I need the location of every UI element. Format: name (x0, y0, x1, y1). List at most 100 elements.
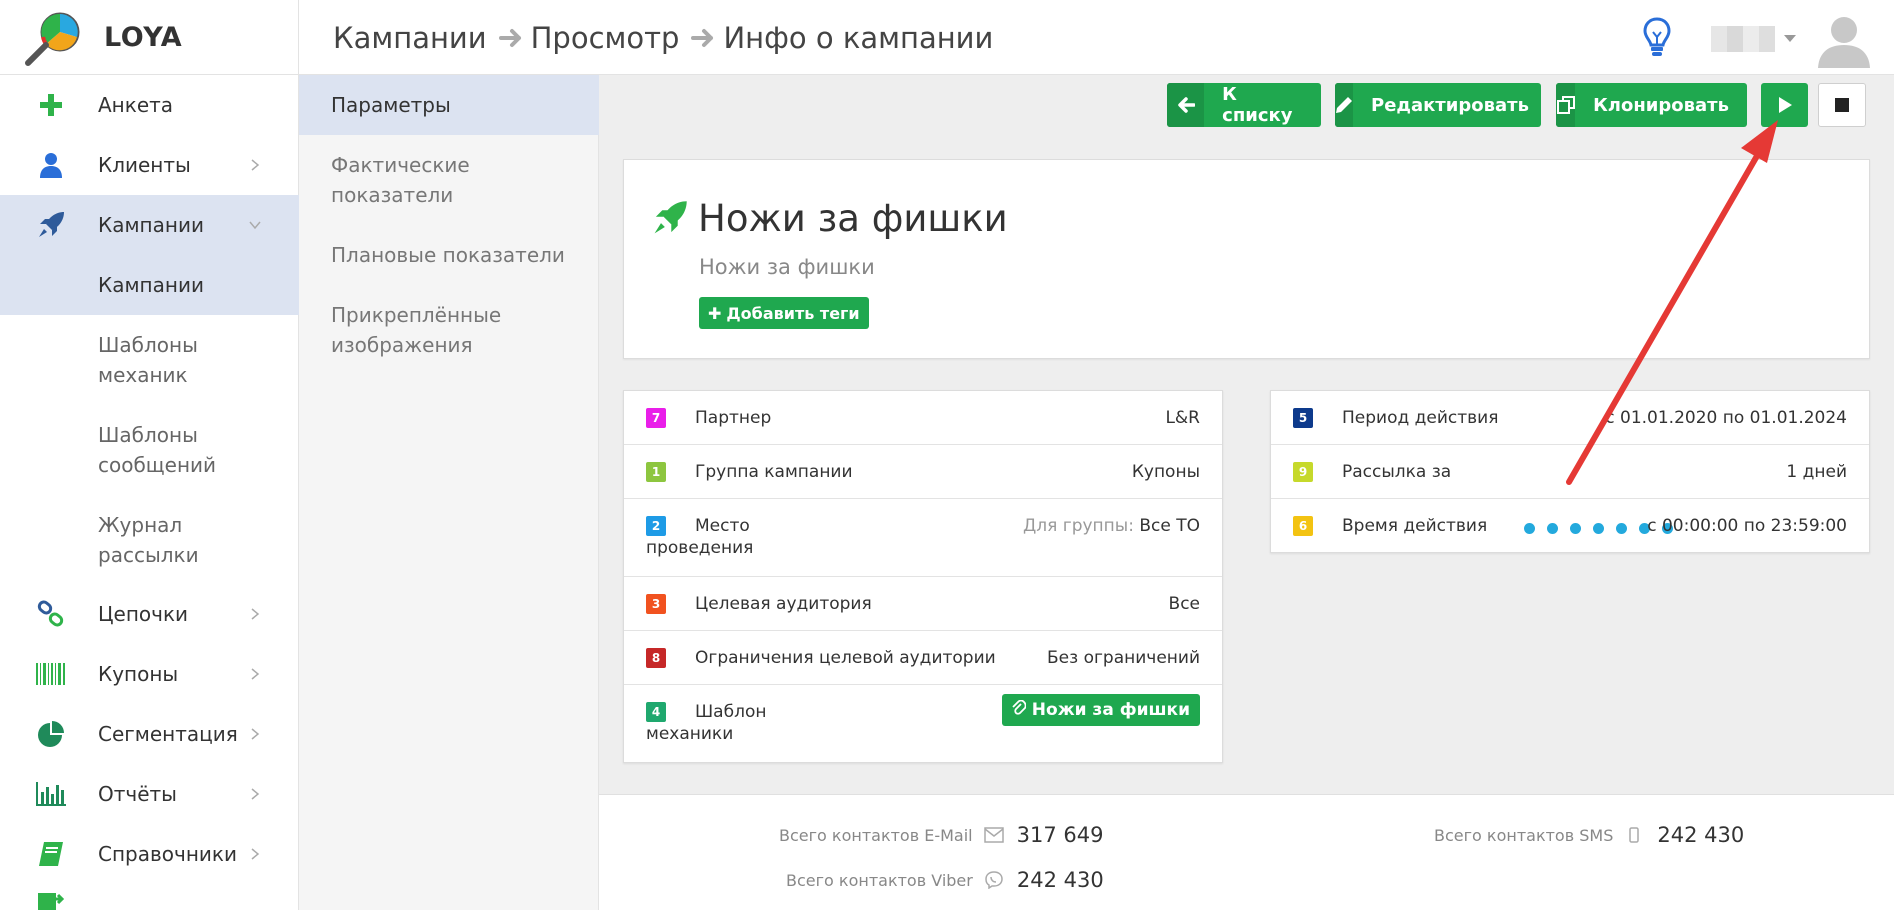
play-icon (1778, 97, 1792, 113)
sidebar-item-partial[interactable] (0, 884, 299, 910)
param-row-group: 1 Группа кампании Купоны (624, 445, 1222, 499)
main-content: К списку Редактировать Клонировать Ножи … (599, 75, 1894, 910)
stop-campaign-button[interactable] (1818, 83, 1866, 127)
schedule-row-period: 5 Период действия с 01.01.2020 по 01.01.… (1271, 391, 1869, 445)
sidebar: Анкета Клиенты Кампании Кампании Шаблоны… (0, 75, 299, 910)
schedule-value: 1 дней (1786, 462, 1847, 482)
sidebar-subitem-mailing-log[interactable]: Журнал рассылки (0, 510, 299, 570)
param-label: Ограничения целевой аудитории (695, 648, 996, 668)
number-badge: 1 (646, 462, 666, 482)
number-badge: 8 (646, 648, 666, 668)
sidebar-item-chains[interactable]: Цепочки (0, 584, 299, 644)
back-to-list-button[interactable]: К списку (1167, 83, 1321, 127)
breadcrumb-item[interactable]: Просмотр (531, 21, 680, 55)
add-tags-button[interactable]: ✚ Добавить теги (699, 297, 869, 329)
stat-label: Всего контактов Viber (786, 870, 973, 890)
param-label: Целевая аудитория (695, 594, 872, 614)
copy-icon (1556, 83, 1576, 127)
subnav-label: Фактические показатели (331, 153, 470, 207)
sidebar-item-reports[interactable]: Отчёты (0, 764, 299, 824)
breadcrumb-current: Инфо о кампании (723, 20, 994, 55)
sidebar-subitem-message-templates[interactable]: Шаблоны сообщений (0, 420, 299, 480)
breadcrumb-item[interactable]: Кампании (333, 21, 487, 55)
param-row-audience-limits: 8 Ограничения целевой аудитории Без огра… (624, 631, 1222, 685)
chevron-right-icon (251, 788, 260, 800)
stat-label: Всего контактов SMS (1434, 825, 1614, 845)
param-row-audience: 3 Целевая аудитория Все (624, 577, 1222, 631)
barcode-icon (36, 659, 66, 689)
param-value: L&R (1165, 408, 1200, 428)
sidebar-item-label: Цепочки (98, 602, 189, 626)
campaign-header-card: Ножи за фишки Ножи за фишки ✚ Добавить т… (623, 159, 1870, 359)
campaign-params-card: 7 Партнер L&R 1 Группа кампании Купоны 2… (623, 390, 1223, 763)
edit-button[interactable]: Редактировать (1335, 83, 1541, 127)
sidebar-item-label: Справочники (98, 842, 237, 866)
subnav-label: Параметры (331, 93, 451, 117)
param-value: Все (1168, 594, 1200, 614)
clone-button[interactable]: Клонировать (1556, 83, 1747, 127)
paperclip-icon (1012, 699, 1027, 721)
pie-chart-icon (36, 719, 66, 749)
schedule-row-time: 6 Время действия с 00:00:00 по 23:59:00 (1271, 499, 1869, 553)
plus-icon (36, 90, 66, 120)
chevron-right-icon (251, 159, 260, 171)
sidebar-item-anketa[interactable]: Анкета (0, 75, 299, 135)
lightbulb-icon[interactable] (1643, 16, 1671, 58)
book-icon (36, 839, 66, 869)
weekday-dot (1593, 523, 1604, 534)
sidebar-item-clients[interactable]: Клиенты (0, 135, 299, 195)
param-value: Все ТО (1139, 516, 1200, 536)
subnav-parameters[interactable]: Параметры (299, 75, 599, 135)
stat-viber: Всего контактов Viber 242 430 (786, 868, 1104, 892)
sidebar-subitem-label: Журнал рассылки (98, 513, 199, 567)
campaign-subtitle: Ножи за фишки (699, 255, 875, 279)
sidebar-item-label: Отчёты (98, 782, 177, 806)
sidebar-item-segmentation[interactable]: Сегментация (0, 704, 299, 764)
arrow-right-icon (691, 28, 714, 47)
user-name-blurred[interactable] (1711, 26, 1775, 52)
schedule-label: Время действия (1342, 516, 1488, 536)
param-label: Партнер (695, 408, 772, 428)
subnav-planned-metrics[interactable]: Плановые показатели (299, 225, 599, 285)
param-value: Без ограничений (1047, 648, 1200, 668)
subnav-actual-metrics[interactable]: Фактические показатели (299, 150, 599, 210)
weekday-dot (1547, 523, 1558, 534)
number-badge: 7 (646, 408, 666, 428)
button-label: Добавить теги (726, 303, 860, 323)
chevron-down-icon[interactable] (1784, 35, 1796, 42)
sidebar-subitem-mechanic-templates[interactable]: Шаблоны механик (0, 330, 299, 390)
subnav-label: Прикреплённые изображения (331, 303, 502, 357)
sidebar-item-coupons[interactable]: Купоны (0, 644, 299, 704)
param-label: Шаблон механики (646, 702, 767, 744)
param-row-mechanic-template: 4 Шаблон механики Ножи за фишки (624, 685, 1222, 763)
bar-chart-icon (36, 779, 66, 809)
subnav-attached-images[interactable]: Прикреплённые изображения (299, 300, 599, 360)
avatar[interactable] (1815, 10, 1873, 68)
chevron-right-icon (251, 608, 260, 620)
start-campaign-button[interactable] (1761, 83, 1808, 127)
sidebar-item-label: Кампании (98, 213, 204, 237)
sidebar-subitem-label: Шаблоны механик (98, 333, 198, 387)
chevron-right-icon (251, 668, 260, 680)
mechanic-template-link[interactable]: Ножи за фишки (1001, 694, 1200, 726)
weekday-dot (1570, 523, 1581, 534)
envelope-icon (983, 825, 1005, 845)
stat-value: 242 430 (1016, 868, 1104, 892)
chevron-right-icon (251, 848, 260, 860)
link-label: Ножи за фишки (1031, 700, 1190, 720)
export-icon (36, 886, 66, 910)
stat-value: 317 649 (1016, 823, 1104, 847)
param-label: Группа кампании (695, 462, 853, 482)
rocket-icon (36, 210, 66, 240)
user-icon (36, 150, 66, 180)
arrow-left-icon (1167, 83, 1205, 127)
brand[interactable]: LOYA (0, 0, 299, 75)
param-label: Место проведения (646, 516, 754, 558)
sidebar-subitem-label: Шаблоны сообщений (98, 423, 217, 477)
sidebar-item-dictionaries[interactable]: Справочники (0, 824, 299, 884)
weekday-dot (1616, 523, 1627, 534)
sidebar-item-campaigns[interactable]: Кампании (0, 195, 299, 255)
stat-label: Всего контактов E-Mail (779, 825, 973, 845)
sidebar-subitem-campaigns[interactable]: Кампании (0, 255, 299, 315)
weekday-dot (1524, 523, 1535, 534)
